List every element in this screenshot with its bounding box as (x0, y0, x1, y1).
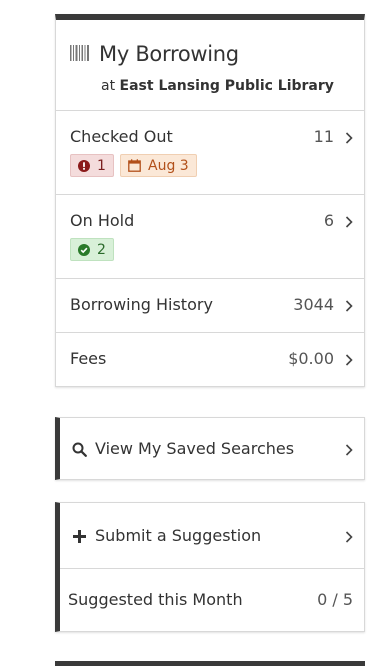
barcode-icon (70, 45, 89, 61)
submit-suggestion-button[interactable]: Submit a Suggestion (60, 503, 364, 569)
checked-out-row[interactable]: Checked Out 11 1 Aug 3 (56, 111, 364, 195)
plus-icon (73, 530, 86, 543)
next-card-top-bar (55, 661, 365, 666)
borrowing-history-count: 3044 (293, 295, 334, 314)
ready-holds-count: 2 (97, 241, 106, 258)
ready-holds-badge[interactable]: 2 (70, 238, 114, 261)
suggestions-card: Submit a Suggestion Suggested this Month… (55, 502, 365, 632)
submit-suggestion-label: Submit a Suggestion (95, 526, 262, 545)
fees-amount: $0.00 (288, 349, 334, 368)
library-subtitle: at East Lansing Public Library (101, 78, 334, 94)
due-date: Aug 3 (148, 157, 189, 174)
exclamation-circle-icon (78, 159, 90, 172)
chevron-right-icon (345, 444, 353, 456)
search-icon (72, 442, 87, 457)
suggested-this-month-row: Suggested this Month 0 / 5 (60, 569, 364, 631)
fees-row[interactable]: Fees $0.00 (56, 333, 364, 386)
page-title: My Borrowing (99, 42, 239, 66)
saved-searches-label: View My Saved Searches (95, 439, 295, 458)
saved-searches-card: View My Saved Searches (55, 417, 365, 480)
my-borrowing-card: My Borrowing at East Lansing Public Libr… (55, 14, 365, 387)
suggested-this-month-value: 0 / 5 (317, 590, 353, 609)
borrowing-history-label: Borrowing History (70, 295, 213, 314)
checked-out-count: 11 (313, 127, 334, 146)
subtitle-prefix: at (101, 78, 116, 94)
calendar-icon (128, 159, 141, 172)
overdue-badge[interactable]: 1 (70, 154, 114, 177)
borrowing-history-row[interactable]: Borrowing History 3044 (56, 279, 364, 333)
view-saved-searches-button[interactable]: View My Saved Searches (60, 418, 364, 481)
overdue-count: 1 (97, 157, 106, 174)
chevron-right-icon (345, 531, 353, 543)
library-name: East Lansing Public Library (119, 78, 334, 94)
due-date-badge[interactable]: Aug 3 (120, 154, 197, 177)
suggested-this-month-label: Suggested this Month (68, 590, 243, 609)
on-hold-count: 6 (323, 211, 334, 230)
checked-out-label: Checked Out (70, 127, 173, 146)
chevron-right-icon (345, 132, 353, 144)
card-header: My Borrowing at East Lansing Public Libr… (56, 20, 364, 111)
chevron-right-icon (345, 354, 353, 366)
on-hold-label: On Hold (70, 211, 135, 230)
fees-label: Fees (70, 349, 107, 368)
chevron-right-icon (345, 300, 353, 312)
check-circle-icon (78, 243, 90, 256)
chevron-right-icon (345, 216, 353, 228)
on-hold-row[interactable]: On Hold 6 2 (56, 195, 364, 279)
